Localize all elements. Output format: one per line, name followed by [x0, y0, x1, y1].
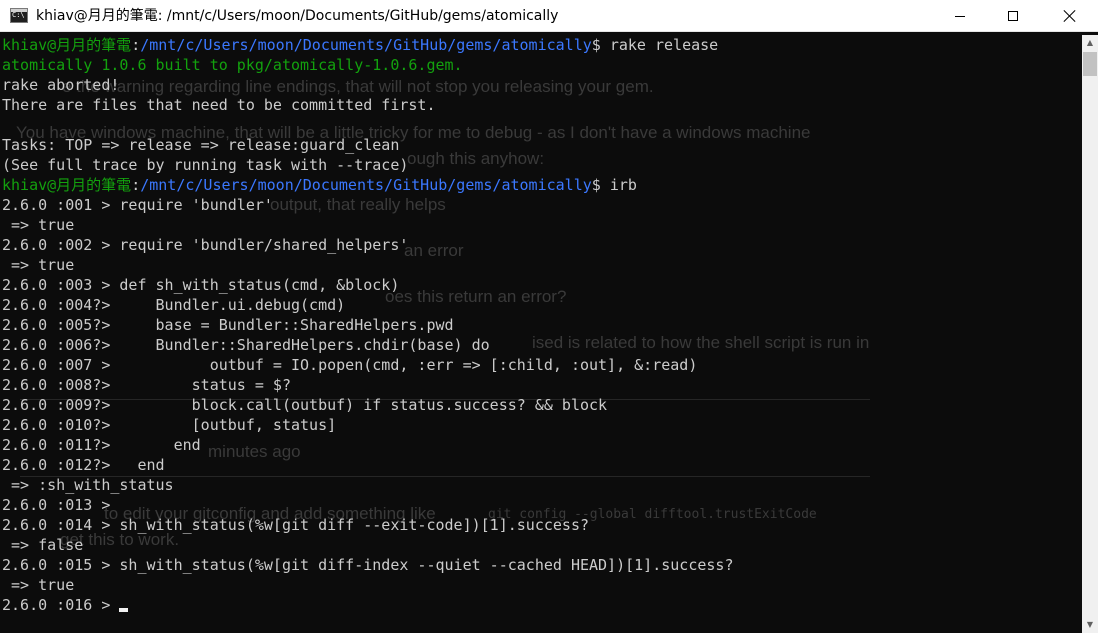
terminal-window: C:\ khiav@月月的筆電: /mnt/c/Users/moon/Docum… [0, 0, 1098, 633]
terminal-line: (See full trace by running task with --t… [2, 155, 1082, 175]
terminal-text: khiav@月月的筆電 [2, 36, 132, 54]
close-button[interactable] [1047, 0, 1093, 32]
terminal-line: 2.6.0 :001 > require 'bundler' [2, 195, 1082, 215]
scroll-thumb[interactable] [1083, 52, 1097, 76]
terminal-text: => false [2, 536, 84, 554]
terminal-text: : [131, 176, 141, 194]
terminal-text: Tasks: TOP => release => release:guard_c… [2, 136, 400, 154]
terminal-line: => false [2, 535, 1082, 555]
maximize-icon [1008, 11, 1018, 21]
terminal-text: 2.6.0 :015 > sh_with_status(%w[git diff-… [2, 556, 734, 574]
window-title: khiav@月月的筆電: /mnt/c/Users/moon/Documents… [36, 8, 559, 24]
close-icon [1064, 10, 1076, 22]
terminal-line: There are files that need to be committe… [2, 95, 1082, 115]
terminal-line: 2.6.0 :005?> base = Bundler::SharedHelpe… [2, 315, 1082, 335]
terminal-text: /mnt/c/Users/moon/Documents/GitHub/gems/… [140, 36, 592, 54]
terminal-line: 2.6.0 :012?> end [2, 455, 1082, 475]
terminal-text: khiav@月月的筆電 [2, 176, 132, 194]
terminal-text: 2.6.0 :014 > sh_with_status(%w[git diff … [2, 516, 589, 534]
terminal-line: 2.6.0 :015 > sh_with_status(%w[git diff-… [2, 555, 1082, 575]
terminal-line: 2.6.0 :008?> status = $? [2, 375, 1082, 395]
terminal-line: Tasks: TOP => release => release:guard_c… [2, 135, 1082, 155]
vertical-scrollbar[interactable]: ▲ ▼ [1082, 35, 1098, 633]
terminal-line: 2.6.0 :006?> Bundler::SharedHelpers.chdi… [2, 335, 1082, 355]
terminal-text: $ rake release [591, 36, 719, 54]
terminal-line: khiav@月月的筆電:/mnt/c/Users/moon/Documents/… [2, 35, 1082, 55]
terminal-line: 2.6.0 :002 > require 'bundler/shared_hel… [2, 235, 1082, 255]
terminal-text: 2.6.0 :006?> Bundler::SharedHelpers.chdi… [2, 336, 490, 354]
terminal-line: 2.6.0 :009?> block.call(outbuf) if statu… [2, 395, 1082, 415]
text-cursor [119, 608, 129, 612]
terminal-text: There are files that need to be committe… [2, 96, 436, 114]
scroll-down-arrow-icon[interactable]: ▼ [1082, 617, 1098, 633]
terminal-text: => true [2, 576, 75, 594]
title-bar[interactable]: C:\ khiav@月月的筆電: /mnt/c/Users/moon/Docum… [0, 0, 1098, 32]
scroll-up-arrow-icon[interactable]: ▲ [1082, 35, 1098, 51]
terminal-line: => :sh_with_status [2, 475, 1082, 495]
terminal-line: 2.6.0 :010?> [outbuf, status] [2, 415, 1082, 435]
terminal-line: => true [2, 575, 1082, 595]
terminal-text: 2.6.0 :008?> status = $? [2, 376, 291, 394]
terminal-line: 2.6.0 :004?> Bundler.ui.debug(cmd) [2, 295, 1082, 315]
terminal-line: 2.6.0 :013 > [2, 495, 1082, 515]
terminal-text: 2.6.0 :001 > require 'bundler' [2, 196, 273, 214]
terminal-line: khiav@月月的筆電:/mnt/c/Users/moon/Documents/… [2, 175, 1082, 195]
terminal-output[interactable]: e the warning regarding line endings, th… [0, 35, 1082, 633]
terminal-text: 2.6.0 :002 > require 'bundler/shared_hel… [2, 236, 409, 254]
terminal-text: 2.6.0 :005?> base = Bundler::SharedHelpe… [2, 316, 454, 334]
terminal-text: : [131, 36, 141, 54]
terminal-line: 2.6.0 :011?> end [2, 435, 1082, 455]
terminal-text: 2.6.0 :016 > [2, 596, 120, 614]
terminal-line: => true [2, 215, 1082, 235]
terminal-text: => true [2, 256, 75, 274]
terminal-line: => true [2, 255, 1082, 275]
terminal-line: 2.6.0 :007 > outbuf = IO.popen(cmd, :err… [2, 355, 1082, 375]
terminal-text: 2.6.0 :010?> [outbuf, status] [2, 416, 337, 434]
terminal-text: => :sh_with_status [2, 476, 174, 494]
terminal-line: 2.6.0 :003 > def sh_with_status(cmd, &bl… [2, 275, 1082, 295]
minimize-button[interactable] [937, 0, 983, 32]
terminal-text: (See full trace by running task with --t… [2, 156, 409, 174]
terminal-text: 2.6.0 :007 > outbuf = IO.popen(cmd, :err… [2, 356, 698, 374]
terminal-text: /mnt/c/Users/moon/Documents/GitHub/gems/… [140, 176, 592, 194]
terminal-text: 2.6.0 :012?> end [2, 456, 165, 474]
terminal-icon[interactable]: C:\ [10, 8, 28, 23]
terminal-text: 2.6.0 :013 > [2, 496, 111, 514]
terminal-line: 2.6.0 :014 > sh_with_status(%w[git diff … [2, 515, 1082, 535]
terminal-text: 2.6.0 :004?> Bundler.ui.debug(cmd) [2, 296, 346, 314]
minimize-icon [955, 16, 965, 17]
terminal-line: 2.6.0 :016 > [2, 595, 1082, 615]
terminal-lines: khiav@月月的筆電:/mnt/c/Users/moon/Documents/… [2, 35, 1082, 615]
terminal-text: rake aborted! [2, 76, 120, 94]
terminal-text: => true [2, 216, 75, 234]
terminal-line: rake aborted! [2, 75, 1082, 95]
terminal-text: atomically 1.0.6 built to pkg/atomically… [2, 56, 463, 74]
terminal-text: 2.6.0 :009?> block.call(outbuf) if statu… [2, 396, 608, 414]
terminal-line: atomically 1.0.6 built to pkg/atomically… [2, 55, 1082, 75]
terminal-text: 2.6.0 :003 > def sh_with_status(cmd, &bl… [2, 276, 400, 294]
terminal-text: 2.6.0 :011?> end [2, 436, 201, 454]
terminal-text: $ irb [591, 176, 637, 194]
maximize-button[interactable] [990, 0, 1036, 32]
